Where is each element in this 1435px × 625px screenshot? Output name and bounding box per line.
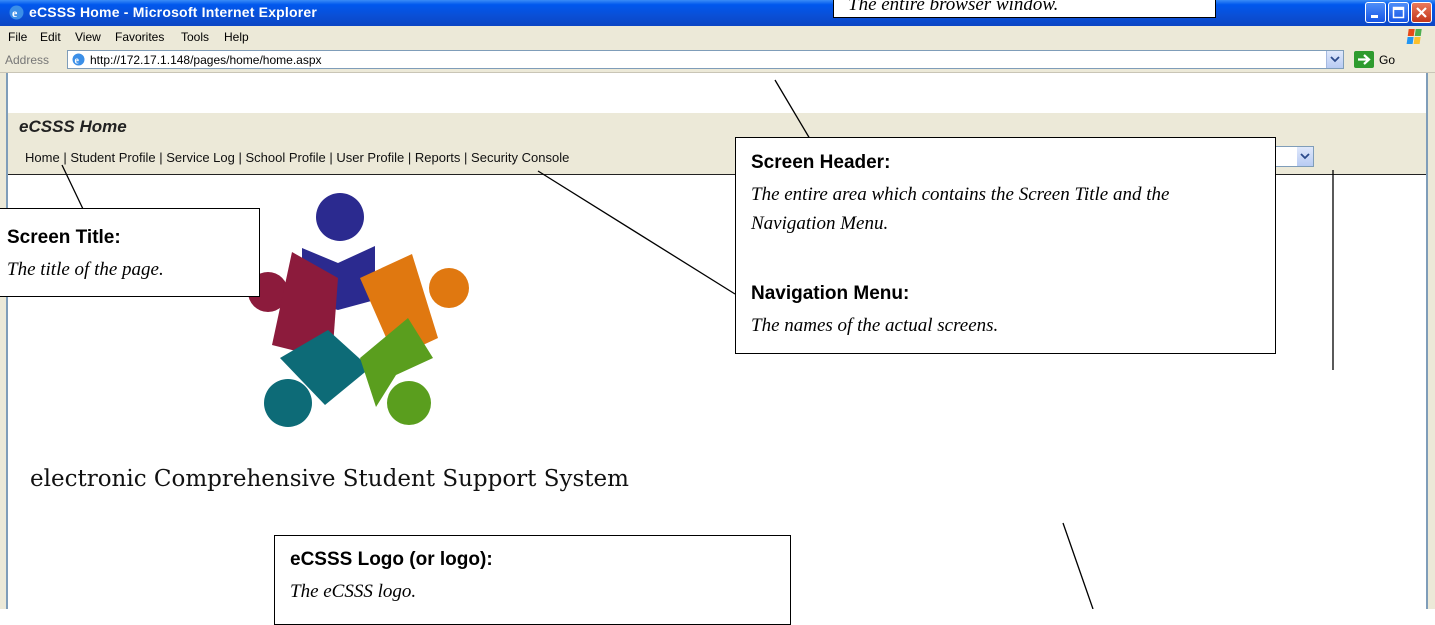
screen-title: eCSSS Home — [19, 117, 127, 136]
go-button[interactable] — [1354, 51, 1374, 68]
callout-screen-title-heading: Screen Title: — [7, 227, 121, 248]
callout-logo-heading: eCSSS Logo (or logo): — [290, 549, 493, 570]
address-input[interactable]: e http://172.17.1.148/pages/home/home.as… — [67, 50, 1344, 69]
minimize-icon — [1371, 15, 1378, 18]
svg-text:e: e — [12, 6, 18, 20]
nav-item-home[interactable]: Home — [25, 150, 60, 165]
maximize-icon — [1392, 6, 1405, 19]
chevron-down-icon — [1300, 153, 1310, 160]
go-label[interactable]: Go — [1379, 53, 1395, 67]
callout-screen-header-desc: The entire area which contains the Scree… — [751, 184, 1170, 234]
close-button[interactable] — [1411, 2, 1432, 23]
go-arrow-icon — [1358, 54, 1371, 65]
nav-item-user-profile[interactable]: User Profile — [336, 150, 404, 165]
callout-navigation-menu-desc: The names of the actual screens. — [751, 315, 999, 336]
nav-item-school-profile[interactable]: School Profile — [246, 150, 326, 165]
callout-screen-title-desc: The title of the page. — [7, 259, 164, 280]
callout-screen-header: Screen Header: The entire area which con… — [735, 137, 1276, 354]
callout-logo: eCSSS Logo (or logo): The eCSSS logo. — [274, 535, 791, 625]
address-label: Address — [5, 53, 50, 67]
navigation-menu: Home | Student Profile | Service Log | S… — [25, 150, 570, 165]
maximize-button[interactable] — [1388, 2, 1409, 23]
nav-item-reports[interactable]: Reports — [415, 150, 461, 165]
page-icon: e — [72, 53, 85, 67]
callout-browser-window: The entire browser window. — [833, 0, 1216, 18]
window-title: eCSSS Home - Microsoft Internet Explorer — [29, 4, 318, 20]
address-dropdown-button[interactable] — [1326, 51, 1343, 68]
menu-bar: File Edit View Favorites Tools Help — [0, 26, 1435, 49]
close-icon — [1416, 7, 1427, 18]
chevron-down-icon — [1330, 56, 1340, 63]
nav-item-security-console[interactable]: Security Console — [471, 150, 569, 165]
nav-item-service-log[interactable]: Service Log — [166, 150, 235, 165]
menu-favorites[interactable]: Favorites — [115, 30, 164, 44]
tagline: electronic Comprehensive Student Support… — [30, 466, 629, 492]
menu-edit[interactable]: Edit — [40, 30, 61, 44]
nav-item-student-profile[interactable]: Student Profile — [70, 150, 155, 165]
address-bar: Address e http://172.17.1.148/pages/home… — [0, 48, 1435, 73]
address-url: http://172.17.1.148/pages/home/home.aspx — [90, 53, 322, 67]
menu-view[interactable]: View — [75, 30, 101, 44]
minimize-button[interactable] — [1365, 2, 1386, 23]
internet-explorer-icon: e — [9, 5, 24, 20]
callout-screen-title: Screen Title: The title of the page. — [0, 208, 260, 297]
svg-text:e: e — [75, 56, 80, 67]
callout-logo-desc: The eCSSS logo. — [290, 581, 417, 602]
title-bar: e eCSSS Home - Microsoft Internet Explor… — [0, 0, 1435, 26]
windows-flag-icon — [1406, 29, 1422, 44]
callout-navigation-menu-heading: Navigation Menu: — [751, 283, 910, 304]
callout-screen-header-heading: Screen Header: — [751, 152, 891, 173]
menu-tools[interactable]: Tools — [181, 30, 209, 44]
menu-file[interactable]: File — [8, 30, 27, 44]
menu-help[interactable]: Help — [224, 30, 249, 44]
